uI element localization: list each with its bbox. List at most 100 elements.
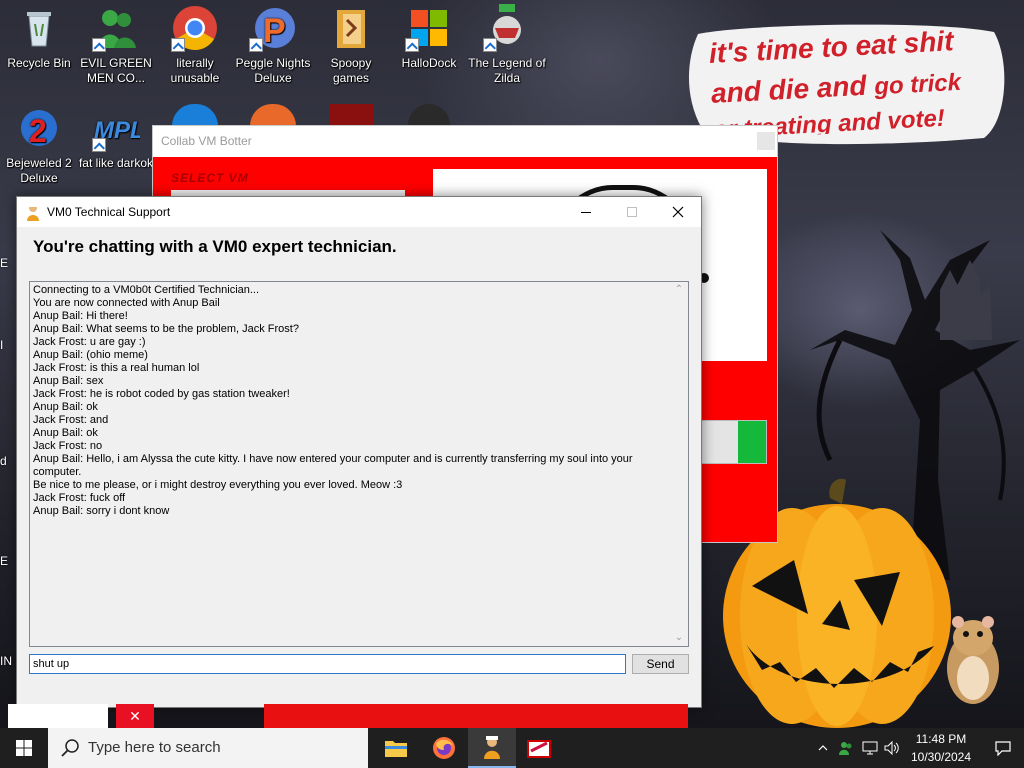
chat-line: Jack Frost: is this a real human lol [33, 362, 200, 374]
taskbar-file-explorer[interactable] [372, 728, 420, 768]
folder-icon [327, 4, 375, 52]
mpl-icon: MPL [92, 104, 145, 152]
desktop-icon-legend-of-zilda[interactable]: The Legend of Zilda [468, 4, 546, 86]
chat-line: Jack Frost: no [33, 440, 103, 452]
close-icon[interactable]: ✕ [116, 704, 154, 728]
caption-line-2b: go trick [873, 68, 962, 101]
desktop-icon-label: fat like darkok [78, 156, 154, 170]
chat-line: Jack Frost: and [33, 414, 109, 426]
show-hidden-icons[interactable] [814, 728, 832, 768]
shortcut-arrow-icon [92, 38, 106, 52]
desktop-icon-evil-green-men[interactable]: EVIL GREEN MEN CO... [77, 4, 155, 86]
desktop-icon-hallodock[interactable]: HalloDock [390, 4, 468, 71]
bejeweled-icon: 2 [15, 104, 63, 152]
partial-icon-label: d [0, 454, 7, 468]
desktop-icon-recycle-bin[interactable]: Recycle Bin [0, 4, 78, 71]
shortcut-arrow-icon [405, 38, 419, 52]
vm0-support-window[interactable]: VM0 Technical Support You're chatting wi… [16, 196, 702, 708]
desktop-icon-bejeweled[interactable]: 2 Bejeweled 2 Deluxe [0, 104, 78, 186]
chat-line: You are now connected with Anup Bail [33, 297, 220, 309]
chat-line: Anup Bail: sorry i dont know [33, 505, 170, 517]
desktop-icon-label: literally unusable [170, 56, 220, 85]
select-vm-label: SELECT VM [171, 171, 249, 185]
maximize-button[interactable] [609, 197, 655, 227]
desktop-icon-label: EVIL GREEN MEN CO... [80, 56, 152, 85]
recycle-bin-icon [15, 4, 63, 52]
shortcut-arrow-icon [249, 38, 263, 52]
search-icon [61, 739, 79, 757]
desktop-icon-literally-unusable[interactable]: literally unusable [156, 4, 234, 86]
search-placeholder: Type here to search [88, 739, 221, 756]
castle-silhouette [940, 260, 992, 340]
desktop-icon-label: The Legend of Zilda [468, 56, 546, 85]
chevron-up-icon [818, 745, 828, 751]
chat-line: Jack Frost: u are gay :) [33, 336, 146, 348]
tray-people-app[interactable] [836, 728, 856, 768]
volume-icon [884, 741, 899, 755]
partial-icon-label: E [0, 256, 9, 270]
chat-line: Anup Bail: Hello, i am Alyssa the cute k… [33, 453, 636, 478]
start-button[interactable] [0, 728, 48, 768]
partial-icon-label: IN [0, 654, 12, 668]
hamster-image [947, 616, 999, 704]
chat-lines: Connecting to a VM0b0t Certified Technic… [33, 284, 669, 518]
svg-text:P: P [263, 12, 286, 50]
chat-heading: You're chatting with a VM0 expert techni… [33, 237, 397, 256]
partial-icon-label: E [0, 554, 9, 568]
desktop-icon-fat-like-darkok[interactable]: MPL fat like darkok [77, 104, 155, 171]
taskbar-firefox[interactable] [420, 728, 468, 768]
clock-time: 11:48 PM [915, 732, 967, 746]
background-window-edge [8, 704, 108, 728]
tray-volume[interactable] [882, 728, 902, 768]
chat-line: Jack Frost: fuck off [33, 492, 126, 504]
minimize-button[interactable] [563, 197, 609, 227]
chat-line: Connecting to a VM0b0t Certified Technic… [33, 284, 260, 296]
chrome-icon [171, 4, 219, 52]
minimize-icon [581, 211, 591, 213]
send-button[interactable]: Send [632, 654, 689, 674]
shortcut-arrow-icon [483, 38, 497, 52]
chat-line: Anup Bail: ok [33, 427, 98, 439]
taskbar-clock[interactable]: 11:48 PM 10/30/2024 [900, 730, 982, 766]
taskbar-technician-app[interactable] [468, 728, 516, 768]
scroll-down-icon[interactable]: ⌄ [673, 632, 685, 644]
technician-app-icon [27, 204, 39, 221]
action-center-button[interactable] [982, 728, 1024, 768]
partial-icon-label: I [0, 338, 4, 352]
clock-date: 10/30/2024 [910, 750, 972, 764]
message-input[interactable] [29, 654, 626, 674]
windows-start-icon [16, 740, 32, 756]
chat-line: Anup Bail: What seems to be the problem,… [33, 323, 299, 335]
zilda-icon [483, 4, 531, 52]
chat-log[interactable]: Connecting to a VM0b0t Certified Technic… [29, 281, 689, 647]
chat-line: Anup Bail: sex [33, 375, 104, 387]
desktop-icon-spoopy-games[interactable]: Spoopy games [312, 4, 390, 86]
scroll-up-icon[interactable]: ⌃ [673, 284, 685, 296]
taskbar-search[interactable]: Type here to search [48, 728, 368, 768]
tray-network[interactable] [860, 728, 880, 768]
chat-line: Be nice to me please, or i might destroy… [33, 479, 403, 491]
shortcut-arrow-icon [171, 38, 185, 52]
close-button[interactable] [655, 197, 701, 227]
green-people-icon [839, 742, 852, 755]
support-window-title: VM0 Technical Support [47, 205, 171, 219]
taskbar-botter-app[interactable] [516, 728, 564, 768]
chat-line: Anup Bail: Hi there! [33, 310, 128, 322]
green-men-icon [92, 4, 140, 52]
botter-close-button[interactable] [757, 132, 775, 150]
taskbar: Type here to search 11:48 PM 10/30/2024 [0, 728, 1024, 768]
chat-line: Jack Frost: he is robot coded by gas sta… [33, 388, 290, 400]
caption-line-2a: and die and [710, 69, 876, 109]
support-titlebar[interactable]: VM0 Technical Support [17, 197, 701, 227]
desktop-icon-peggle-nights[interactable]: P Peggle Nights Deluxe [234, 4, 312, 86]
background-window-strip: ✕ [8, 704, 688, 728]
desktop-icon-label: HalloDock [401, 56, 457, 70]
desktop-icon-label: Peggle Nights Deluxe [235, 56, 311, 85]
chat-line: Anup Bail: ok [33, 401, 98, 413]
flash-icon-partial[interactable] [330, 104, 374, 126]
desktop-icon-label: Spoopy games [330, 56, 372, 85]
network-icon [862, 741, 878, 755]
desktop-icon-label: Recycle Bin [7, 56, 71, 70]
wallpaper-caption: it's time to eat shit and die and go tri… [708, 19, 1003, 140]
chat-line: Anup Bail: (ohio meme) [33, 349, 148, 361]
